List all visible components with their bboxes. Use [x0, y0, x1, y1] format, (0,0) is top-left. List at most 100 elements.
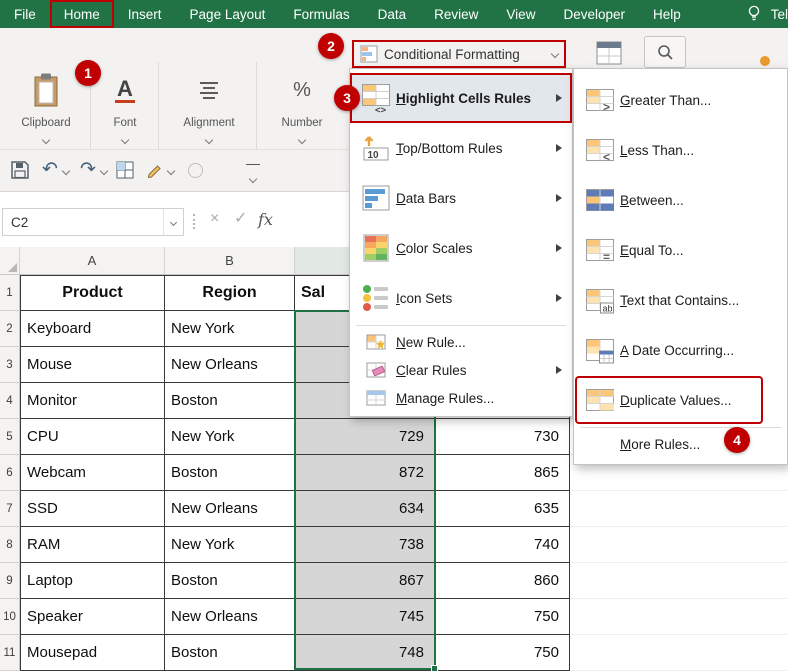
circle-icon[interactable] [188, 163, 203, 178]
cell-b9[interactable]: Boston [165, 563, 295, 599]
cell-d9[interactable]: 860 [435, 563, 570, 599]
chevron-down-icon[interactable] [205, 135, 213, 143]
tell-me-bulb-icon[interactable] [737, 0, 771, 28]
ribbon-group-alignment[interactable]: Alignment [166, 64, 252, 164]
cell-b2[interactable]: New York [165, 311, 295, 347]
submenu-item-a-date-occurring[interactable]: A Date Occurring... [574, 325, 787, 375]
conditional-formatting-button[interactable]: Conditional Formatting [352, 40, 566, 68]
undo-icon[interactable]: ↶ [42, 160, 58, 179]
row-header[interactable]: 6 [0, 455, 20, 491]
menu-item-icon-sets[interactable]: Icon Sets [350, 273, 572, 323]
cell-d11[interactable]: 750 [435, 635, 570, 671]
cell-a1[interactable]: Product [20, 275, 165, 311]
chevron-down-icon[interactable] [100, 167, 108, 175]
cell-a9[interactable]: Laptop [20, 563, 165, 599]
cell-a11[interactable]: Mousepad [20, 635, 165, 671]
cell-b5[interactable]: New York [165, 419, 295, 455]
cell-b6[interactable]: Boston [165, 455, 295, 491]
name-box[interactable]: C2 [2, 208, 184, 236]
submenu-item-greater-than[interactable]: > Greater Than... [574, 75, 787, 125]
window-icon[interactable] [596, 40, 622, 71]
submenu-item-between[interactable]: Between... [574, 175, 787, 225]
name-box-dropdown[interactable] [163, 209, 183, 235]
row-header[interactable]: 1 [0, 275, 20, 311]
ribbon-group-clipboard[interactable]: Clipboard [6, 64, 86, 164]
enter-icon[interactable]: ✓ [234, 211, 247, 227]
search-button[interactable] [644, 36, 686, 68]
cell-b8[interactable]: New York [165, 527, 295, 563]
tab-developer[interactable]: Developer [549, 0, 639, 28]
menu-item-color-scales[interactable]: Color Scales [350, 223, 572, 273]
row-header[interactable]: 4 [0, 383, 20, 419]
chevron-down-icon[interactable] [121, 135, 129, 143]
cell-d8[interactable]: 740 [435, 527, 570, 563]
cell-c11[interactable]: 748 [295, 635, 435, 671]
tab-insert[interactable]: Insert [114, 0, 176, 28]
menu-item-manage-rules[interactable]: Manage Rules... [350, 384, 572, 412]
ribbon-group-number[interactable]: % Number [262, 64, 342, 164]
menu-item-clear-rules[interactable]: Clear Rules [350, 356, 572, 384]
customize-toolbar-icon[interactable] [246, 164, 260, 187]
cell-c5[interactable]: 729 [295, 419, 435, 455]
cell-a3[interactable]: Mouse [20, 347, 165, 383]
cell-a2[interactable]: Keyboard [20, 311, 165, 347]
row-header[interactable]: 11 [0, 635, 20, 671]
chevron-down-icon[interactable] [167, 167, 175, 175]
row-header[interactable]: 10 [0, 599, 20, 635]
chevron-down-icon[interactable] [62, 167, 70, 175]
submenu-item-more-rules[interactable]: More Rules... [574, 430, 787, 458]
select-all-corner[interactable] [0, 247, 20, 275]
cell-d5[interactable]: 730 [435, 419, 570, 455]
cell-b3[interactable]: New Orleans [165, 347, 295, 383]
row-header[interactable]: 5 [0, 419, 20, 455]
cell-b4[interactable]: Boston [165, 383, 295, 419]
row-header[interactable]: 2 [0, 311, 20, 347]
menu-item-data-bars[interactable]: Data Bars [350, 173, 572, 223]
tab-file[interactable]: File [0, 0, 50, 28]
formula-bar-handle[interactable] [193, 214, 195, 229]
row-header[interactable]: 8 [0, 527, 20, 563]
cell-a8[interactable]: RAM [20, 527, 165, 563]
tell-me-label[interactable]: Tel [771, 0, 788, 28]
cell-c9[interactable]: 867 [295, 563, 435, 599]
borders-grid-icon[interactable] [116, 161, 134, 184]
cell-d7[interactable]: 635 [435, 491, 570, 527]
ribbon-group-font[interactable]: A Font [96, 64, 154, 164]
pen-icon[interactable] [146, 161, 164, 184]
submenu-item-text-that-contains[interactable]: ab Text that Contains... [574, 275, 787, 325]
tab-help[interactable]: Help [639, 0, 695, 28]
cell-b10[interactable]: New Orleans [165, 599, 295, 635]
tab-data[interactable]: Data [364, 0, 421, 28]
cell-a7[interactable]: SSD [20, 491, 165, 527]
tab-formulas[interactable]: Formulas [279, 0, 363, 28]
cancel-icon[interactable]: × [210, 211, 219, 227]
cell-a4[interactable]: Monitor [20, 383, 165, 419]
row-header[interactable]: 3 [0, 347, 20, 383]
tab-view[interactable]: View [492, 0, 549, 28]
menu-item-highlight-cells-rules[interactable]: <> Highlight Cells Rules [350, 73, 572, 123]
submenu-item-less-than[interactable]: < Less Than... [574, 125, 787, 175]
cell-c10[interactable]: 745 [295, 599, 435, 635]
tab-home[interactable]: Home [50, 0, 114, 28]
row-header[interactable]: 7 [0, 491, 20, 527]
column-header-a[interactable]: A [20, 247, 165, 275]
cell-a5[interactable]: CPU [20, 419, 165, 455]
cell-c6[interactable]: 872 [295, 455, 435, 491]
chevron-down-icon[interactable] [42, 135, 50, 143]
cell-c8[interactable]: 738 [295, 527, 435, 563]
row-header[interactable]: 9 [0, 563, 20, 599]
cell-b1[interactable]: Region [165, 275, 295, 311]
column-header-b[interactable]: B [165, 247, 295, 275]
tab-review[interactable]: Review [420, 0, 492, 28]
redo-icon[interactable]: ↷ [80, 160, 96, 179]
chevron-down-icon[interactable] [298, 135, 306, 143]
menu-item-top-bottom-rules[interactable]: 10 Top/Bottom Rules [350, 123, 572, 173]
cell-c7[interactable]: 634 [295, 491, 435, 527]
submenu-item-equal-to[interactable]: = Equal To... [574, 225, 787, 275]
cell-b7[interactable]: New Orleans [165, 491, 295, 527]
submenu-item-duplicate-values[interactable]: Duplicate Values... [574, 375, 787, 425]
tab-page-layout[interactable]: Page Layout [176, 0, 280, 28]
cell-a6[interactable]: Webcam [20, 455, 165, 491]
menu-item-new-rule[interactable]: New Rule... [350, 328, 572, 356]
save-icon[interactable] [10, 160, 30, 185]
